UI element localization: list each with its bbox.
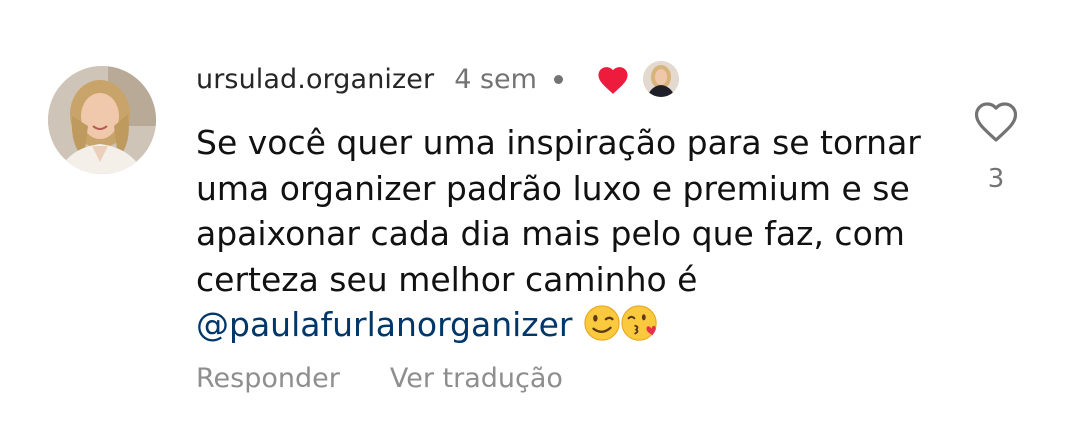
comment-timestamp[interactable]: 4 sem [454,64,537,95]
separator-dot [553,74,563,84]
face-blowing-kiss-emoji-icon [621,305,657,341]
like-count: 3 [987,164,1005,194]
comment-body: Se você quer uma inspiração para se torn… [196,120,956,348]
comment-actions: Responder Ver tradução [196,356,563,400]
winking-face-emoji-icon [584,305,620,341]
liked-by-author-heart-icon [598,67,628,94]
heart-outline-icon[interactable] [972,100,1020,144]
comment-item: ursulad.organizer 4 sem Se você quer uma… [0,0,1080,438]
comment-header: ursulad.organizer 4 sem [196,56,679,102]
user-avatar[interactable] [48,66,156,174]
mention-link[interactable]: @paulafurlanorganizer [196,305,573,344]
see-translation-button[interactable]: Ver tradução [390,363,563,394]
reply-button[interactable]: Responder [196,363,340,394]
like-column: 3 [970,100,1022,194]
comment-text: Se você quer uma inspiração para se torn… [196,123,921,299]
username-link[interactable]: ursulad.organizer [196,64,434,95]
author-avatar-small [642,61,679,97]
